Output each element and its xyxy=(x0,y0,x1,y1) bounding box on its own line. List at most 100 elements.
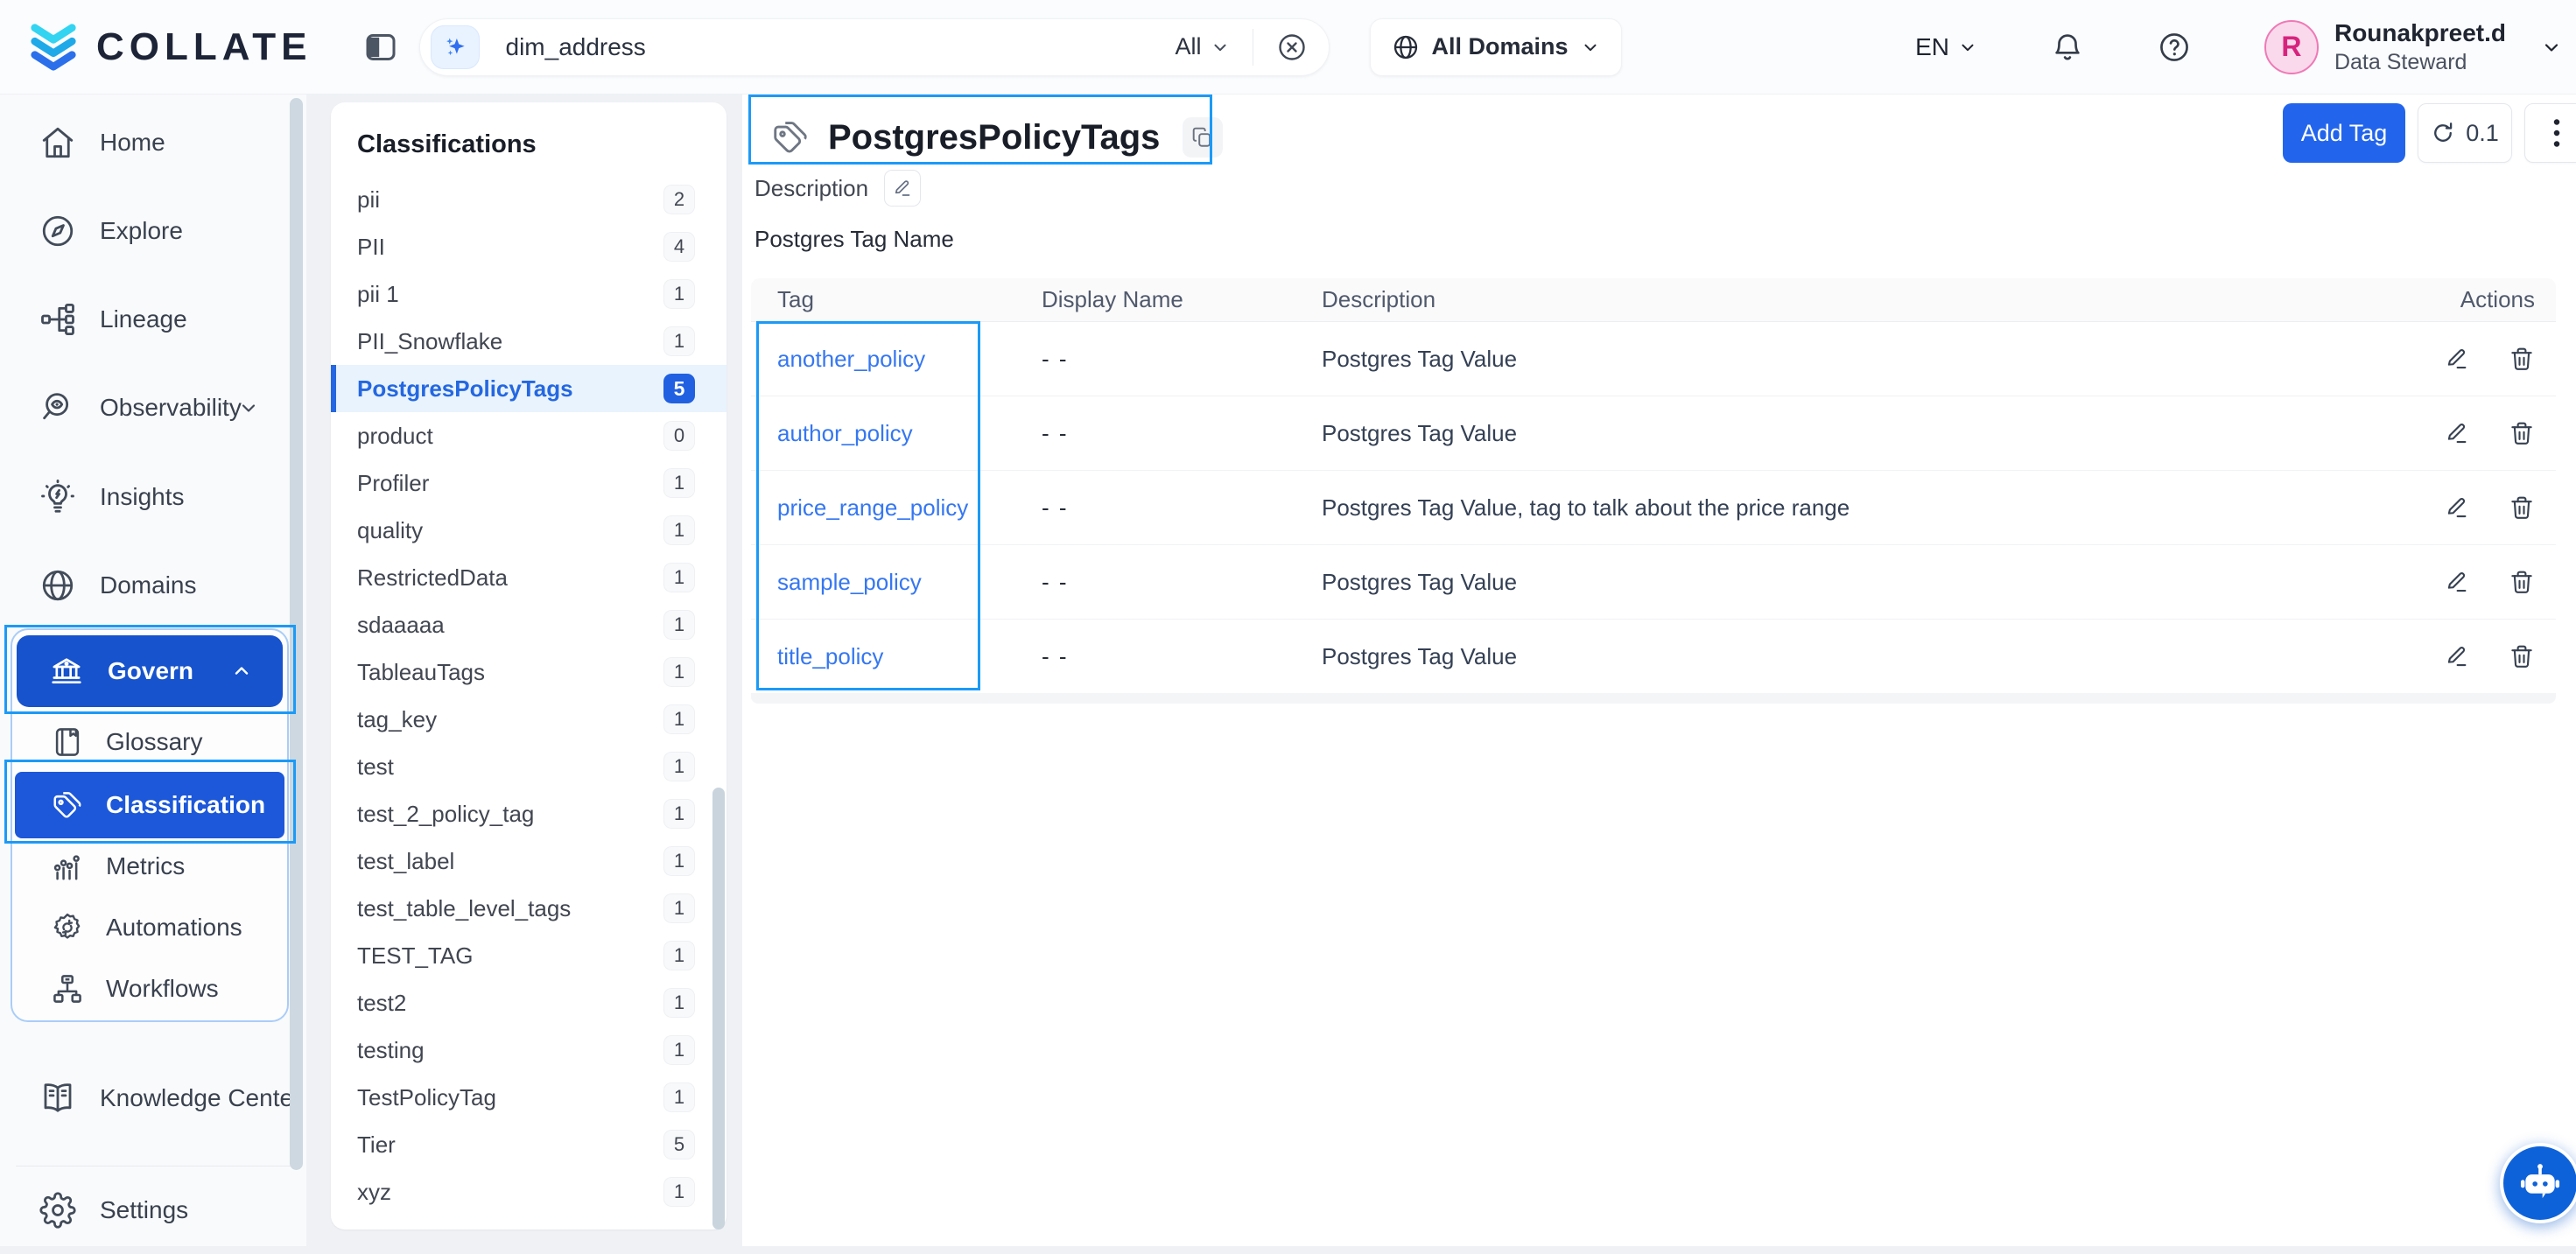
classification-name: test xyxy=(357,753,394,781)
chevron-down-icon[interactable] xyxy=(2541,37,2562,58)
sidebar-item-metrics[interactable]: Metrics xyxy=(17,835,283,898)
count-badge: 1 xyxy=(663,752,695,781)
kebab-menu-icon[interactable] xyxy=(2524,103,2576,163)
tag-link[interactable]: title_policy xyxy=(777,643,883,669)
count-badge: 1 xyxy=(663,1035,695,1065)
govern-menu-group: Govern Glossary xyxy=(11,628,289,1022)
search-input[interactable] xyxy=(506,33,1176,61)
classification-item[interactable]: quality1 xyxy=(331,507,726,554)
classification-item[interactable]: testing1 xyxy=(331,1026,726,1074)
version-button[interactable]: 0.1 xyxy=(2418,103,2512,163)
description-section: Description xyxy=(755,170,921,207)
classification-name: pii 1 xyxy=(357,281,399,308)
classification-item[interactable]: sdaaaaa 1 xyxy=(331,601,726,648)
sidebar-item-home[interactable]: Home xyxy=(0,99,306,186)
classification-item[interactable]: RestrictedData1 xyxy=(331,554,726,601)
sidebar-item-glossary[interactable]: Glossary xyxy=(17,711,283,774)
sidebar-item-observability[interactable]: Observability xyxy=(0,364,306,452)
edit-tag-icon[interactable] xyxy=(2444,569,2470,595)
classification-item[interactable]: Tier5 xyxy=(331,1121,726,1168)
tag-link[interactable]: price_range_policy xyxy=(777,494,968,521)
classification-item[interactable]: tag_key1 xyxy=(331,696,726,743)
edit-tag-icon[interactable] xyxy=(2444,643,2470,669)
classification-name: PostgresPolicyTags xyxy=(357,375,573,403)
count-badge: 0 xyxy=(663,421,695,451)
classification-item[interactable]: TableauTags1 xyxy=(331,648,726,696)
global-search-bar: All xyxy=(419,18,1330,76)
description-cell: Postgres Tag Value xyxy=(1322,620,2372,694)
search-clear-icon[interactable] xyxy=(1276,32,1308,63)
sidebar-item-settings[interactable]: Settings xyxy=(0,1166,306,1254)
count-badge: 2 xyxy=(663,185,695,214)
copy-icon[interactable] xyxy=(1183,117,1223,158)
classification-item[interactable]: pii 2 xyxy=(331,176,726,223)
classification-item[interactable]: test_label 1 xyxy=(331,837,726,885)
add-tag-button[interactable]: Add Tag xyxy=(2283,103,2405,163)
language-dropdown[interactable]: EN xyxy=(1915,33,1977,61)
sidebar-item-govern[interactable]: Govern xyxy=(17,635,283,707)
classification-item[interactable]: product0 xyxy=(331,412,726,459)
count-badge: 1 xyxy=(663,610,695,640)
count-badge: 1 xyxy=(663,893,695,923)
edit-tag-icon[interactable] xyxy=(2444,494,2470,521)
search-scope-dropdown[interactable]: All xyxy=(1175,33,1229,60)
sidebar-item-lineage[interactable]: Lineage xyxy=(0,276,306,363)
classification-item[interactable]: Profiler1 xyxy=(331,459,726,507)
metrics-icon xyxy=(50,850,85,883)
delete-tag-icon[interactable] xyxy=(2509,494,2535,521)
tag-link[interactable]: author_policy xyxy=(777,420,913,446)
count-badge: 1 xyxy=(663,468,695,498)
classification-item[interactable]: test_2_policy_tag1 xyxy=(331,790,726,837)
sidebar-item-explore[interactable]: Explore xyxy=(0,187,306,275)
sidebar-item-automations[interactable]: Automations xyxy=(17,896,283,959)
classification-name: quality xyxy=(357,517,423,544)
sidebar-item-knowledge-center[interactable]: Knowledge Center xyxy=(0,1054,306,1142)
classification-item[interactable]: test_table_level_tags1 xyxy=(331,885,726,932)
classification-item[interactable]: xyz1 xyxy=(331,1168,726,1215)
user-avatar[interactable]: R xyxy=(2264,20,2319,74)
tag-link[interactable]: sample_policy xyxy=(777,569,922,595)
tag-link[interactable]: another_policy xyxy=(777,346,925,372)
book-icon xyxy=(50,725,85,759)
sidebar-item-domains[interactable]: Domains xyxy=(0,542,306,629)
all-domains-label: All Domains xyxy=(1432,33,1569,60)
classification-item[interactable]: test21 xyxy=(331,979,726,1026)
classification-name: sdaaaaa xyxy=(357,612,445,639)
help-icon[interactable] xyxy=(2158,31,2191,64)
classification-name: pii xyxy=(357,186,380,214)
collate-logo[interactable]: COLLATE xyxy=(26,22,312,73)
delete-tag-icon[interactable] xyxy=(2509,643,2535,669)
sidebar-item-label: Govern xyxy=(108,657,193,685)
classification-item[interactable]: PII_Snowflake1 xyxy=(331,318,726,365)
classification-name: test_label xyxy=(357,848,454,875)
count-badge: 1 xyxy=(663,846,695,876)
sidebar-item-label: Lineage xyxy=(100,305,187,333)
user-menu[interactable]: Rounakpreet.d Data Steward xyxy=(2334,19,2506,75)
classification-item[interactable]: PII4 xyxy=(331,223,726,270)
delete-tag-icon[interactable] xyxy=(2509,569,2535,595)
count-badge: 1 xyxy=(663,326,695,356)
user-role: Data Steward xyxy=(2334,50,2506,75)
classification-item[interactable]: pii 11 xyxy=(331,270,726,318)
count-badge: 5 xyxy=(663,1130,695,1159)
top-bar-right: EN R Rounakpreet.d Data Steward xyxy=(1915,19,2562,75)
all-domains-dropdown[interactable]: All Domains xyxy=(1370,18,1622,76)
edit-description-icon[interactable] xyxy=(884,170,921,207)
sidebar-item-workflows[interactable]: Workflows xyxy=(17,957,283,1020)
sidebar-scrollbar[interactable] xyxy=(290,98,303,1170)
classifications-scrollbar[interactable] xyxy=(712,788,725,1229)
classification-item[interactable]: test 1 xyxy=(331,743,726,790)
classification-item-selected[interactable]: PostgresPolicyTags5 xyxy=(331,365,726,412)
edit-tag-icon[interactable] xyxy=(2444,346,2470,372)
count-badge: 1 xyxy=(663,1177,695,1207)
sidebar-item-insights[interactable]: Insights xyxy=(0,453,306,541)
classification-item[interactable]: TEST_TAG1 xyxy=(331,932,726,979)
chatbot-button[interactable] xyxy=(2500,1143,2576,1223)
classification-item[interactable]: TestPolicyTag1 xyxy=(331,1074,726,1121)
sidebar-item-classification[interactable]: Classification xyxy=(15,772,284,838)
sidebar-collapse-icon[interactable] xyxy=(365,32,397,63)
edit-tag-icon[interactable] xyxy=(2444,420,2470,446)
notifications-bell-icon[interactable] xyxy=(2051,31,2084,64)
delete-tag-icon[interactable] xyxy=(2509,420,2535,446)
delete-tag-icon[interactable] xyxy=(2509,346,2535,372)
